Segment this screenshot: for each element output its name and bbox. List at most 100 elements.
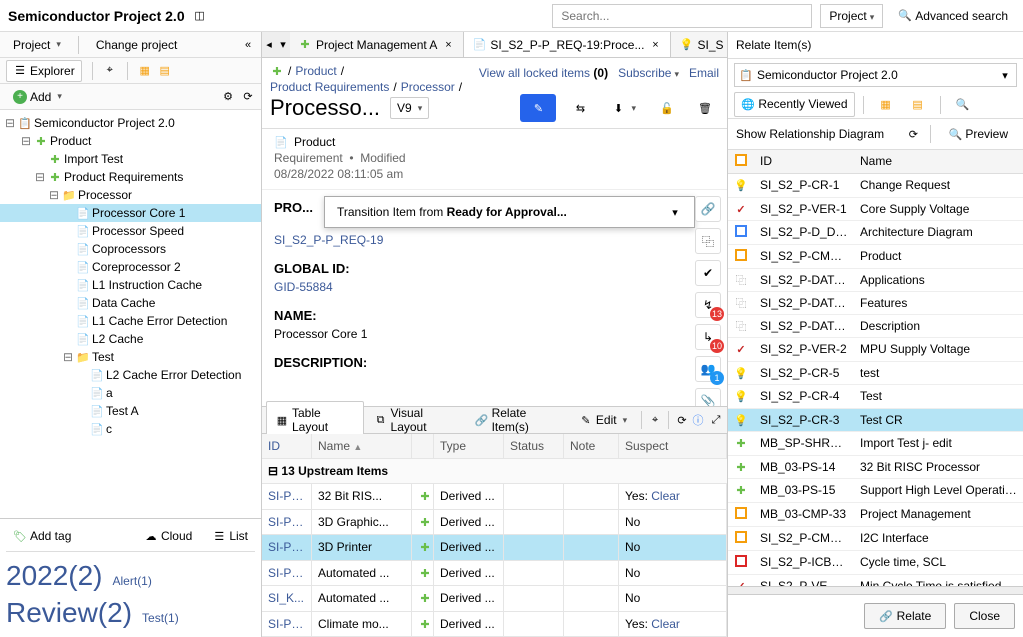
share-button[interactable]: ⇆ [566,97,594,119]
list-view-button[interactable]: ☰List [205,525,255,547]
tree-import-test[interactable]: ✚Import Test [0,150,261,168]
close-button[interactable]: Close [954,603,1015,630]
tag-review[interactable]: Review(2) [6,597,132,628]
version-select[interactable]: V9 [390,97,429,119]
list-item[interactable]: SI_S2_P-DATA-...Applications [728,269,1023,292]
refresh-icon[interactable]: ⟳ [675,413,689,427]
tree-item[interactable]: 📄Test A [0,402,261,420]
tab-req[interactable]: 📄SI_S2_P-P_REQ-19:Proce...× [464,32,671,57]
col-type[interactable]: Type [434,434,504,458]
tree-product[interactable]: ⊟✚Product [0,132,261,150]
tree-item[interactable]: 📄L2 Cache Error Detection [0,366,261,384]
rtab-grid2[interactable]: ▤ [904,92,932,117]
filter-icon[interactable]: ⌖ [648,413,662,427]
list-item[interactable]: SI_S2_P-CR-3Test CR [728,409,1023,433]
tree-test[interactable]: ⊟📁Test [0,348,261,366]
tab-prev-icon[interactable]: ◂ [262,38,276,52]
tree-item[interactable]: 📄L1 Cache Error Detection [0,312,261,330]
search-input[interactable] [552,4,812,28]
edit-button[interactable]: ✎ [520,94,556,122]
info-icon[interactable]: ⓘ [691,413,705,427]
list-item[interactable]: SI_S2_P-CMP-23Product [728,245,1023,269]
list-item[interactable]: ✚MB_SP-SHRQ-1Import Test j- edit [728,432,1023,456]
tree-item[interactable]: 📄c [0,420,261,438]
relate-button[interactable]: 🔗 Relate [864,603,946,630]
tree-item[interactable]: 📄L2 Cache [0,330,261,348]
change-project-button[interactable]: Change project [89,34,184,56]
tree-item[interactable]: 📄Processor Core 1 [0,204,261,222]
tag-2022[interactable]: 2022(2) [6,560,103,591]
table-row[interactable]: SI-PS...3D Printer✚Derived ...No [262,535,727,561]
col-name[interactable]: Name ▲ [312,434,412,458]
table-row[interactable]: SI-PS...Climate mo...✚Derived ...Yes: Cl… [262,612,727,637]
relations-down-button[interactable]: ↳10 [695,324,721,350]
search-scope-select[interactable]: Project [820,4,883,28]
tree-item[interactable]: 📄Coreprocessor 2 [0,258,261,276]
tag-alert[interactable]: Alert(1) [113,574,152,588]
list-item[interactable]: ✚MB_03-PS-1432 Bit RISC Processor [728,456,1023,480]
tree-item[interactable]: 📄Processor Speed [0,222,261,240]
attachment-button[interactable]: 📎 [695,388,721,406]
cloud-view-button[interactable]: ☁Cloud [137,525,199,547]
copy-button[interactable]: ⿻ [695,228,721,254]
crumb-proc[interactable]: Processor [401,80,455,94]
expand-right-icon[interactable]: ⤢ [709,413,723,427]
tag-test[interactable]: Test(1) [142,611,179,625]
tree-root[interactable]: ⊟📋Semiconductor Project 2.0 [0,114,261,132]
col-name[interactable]: Name [854,150,1023,173]
crumb-product[interactable]: Product [295,64,336,78]
filter-icon[interactable]: ⌖ [103,64,117,78]
tab-si[interactable]: SI_S [671,32,727,57]
transition-dropdown[interactable]: Transition Item from Ready for Approval.… [324,196,695,228]
export-button[interactable]: ⬇ [604,97,643,119]
lock-button[interactable]: 🔓 [653,97,681,119]
refresh-icon[interactable]: ⟳ [241,90,255,104]
gid-value[interactable]: GID-55884 [274,280,715,294]
close-icon[interactable]: × [441,38,455,52]
refresh-icon[interactable]: ⟳ [906,127,920,141]
col-id[interactable]: ID [754,150,854,173]
users-button[interactable]: 👥1 [695,356,721,382]
relate-project-select[interactable]: 📋 Semiconductor Project 2.0 ▾ [734,63,1017,87]
email-link[interactable]: Email [689,66,719,80]
project-menu[interactable]: Project [6,34,68,56]
list-item[interactable]: SI_S2_P-CMP-24I2C Interface [728,527,1023,551]
list-item[interactable]: SI_S2_P-CR-1Change Request [728,174,1023,198]
subscribe-link[interactable]: Subscribe [618,66,679,80]
explorer-tab[interactable]: ☰ Explorer [6,60,82,82]
rtab-recent[interactable]: 🌐 Recently Viewed [734,92,855,117]
btab-relate[interactable]: 🔗Relate Item(s) [467,402,569,438]
req-id[interactable]: SI_S2_P-P_REQ-19 [274,233,715,247]
list-item[interactable]: SI_S2_P-CR-5test [728,362,1023,386]
rtab-grid1[interactable]: ▦ [872,92,900,117]
preview-button[interactable]: 🔍Preview [941,123,1015,145]
delete-button[interactable]: 🗑 [691,97,719,119]
list-item[interactable]: SI_S2_P-VER-1Core Supply Voltage [728,198,1023,222]
view-locked-link[interactable]: View all locked items (0) [479,66,608,80]
table-row[interactable]: SI-PS...3D Graphic...✚Derived ...No [262,510,727,536]
grid-icon[interactable]: ▦ [138,64,152,78]
tree-item[interactable]: 📄Data Cache [0,294,261,312]
advanced-search-button[interactable]: 🔍 Advanced search [891,5,1015,27]
list-item[interactable]: SI_S2_P-D_DE...Architecture Diagram [728,221,1023,245]
tree-prod-req[interactable]: ⊟✚Product Requirements [0,168,261,186]
btab-edit[interactable]: ✎Edit [571,409,635,431]
clear-link[interactable]: Clear [651,617,680,631]
tree-processor[interactable]: ⊟📁Processor [0,186,261,204]
table-row[interactable]: SI-PS...Automated ...✚Derived ...No [262,561,727,587]
collapse-left-icon[interactable]: « [241,38,255,52]
relations-button[interactable]: ↯13 [695,292,721,318]
link-button[interactable]: 🔗 [695,196,721,222]
list-item[interactable]: SI_S2_P-VER-17Min Cycle Time is satisfie… [728,575,1023,586]
tab-pm[interactable]: ✚Project Management A× [290,32,464,57]
btab-visual[interactable]: ⧉Visual Layout [366,402,465,438]
col-id[interactable]: ID [262,434,312,458]
list-item[interactable]: SI_S2_P-DATA-...Description [728,315,1023,338]
tree-item[interactable]: 📄Coprocessors [0,240,261,258]
rtab-search[interactable]: 🔍 [949,92,977,117]
grid-icon-2[interactable]: ▤ [158,64,172,78]
table-row[interactable]: SI-PS...32 Bit RIS...✚Derived ...Yes: Cl… [262,484,727,510]
list-item[interactable]: ✚MB_03-PS-15Support High Level Operating [728,479,1023,503]
list-item[interactable]: MB_03-CMP-33Project Management [728,503,1023,527]
list-item[interactable]: SI_S2_P-CR-4Test [728,385,1023,409]
